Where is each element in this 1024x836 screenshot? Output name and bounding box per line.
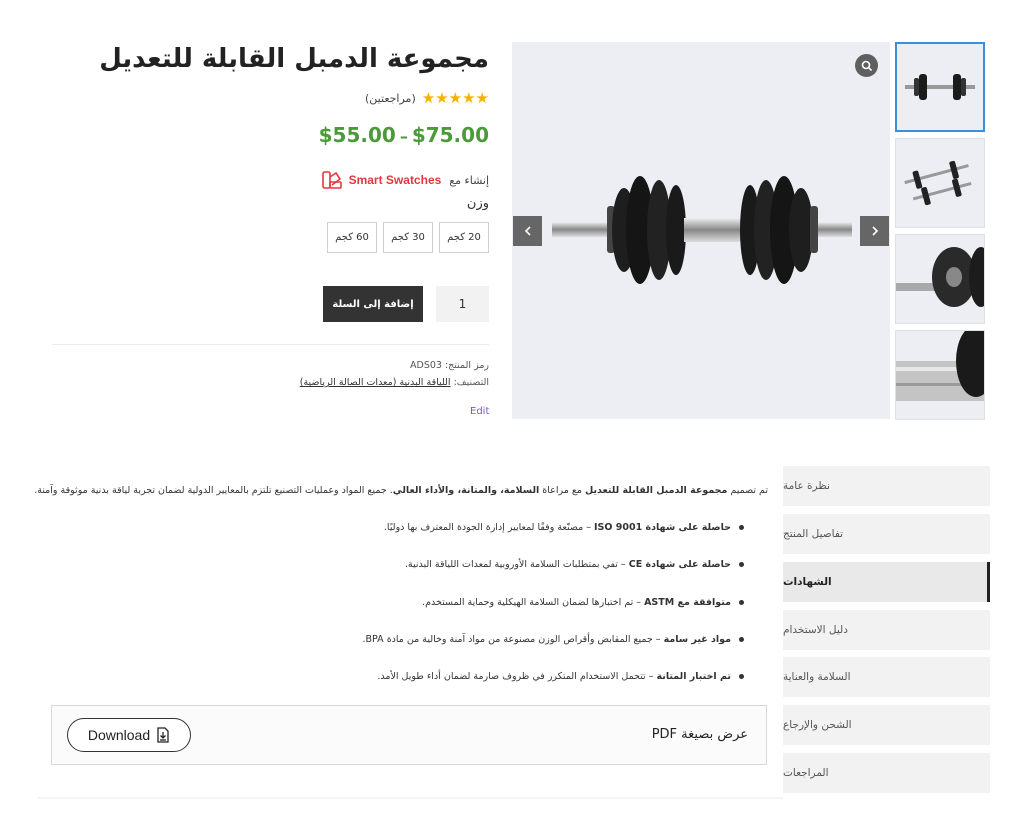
certification-item: مواد غير سامة – جميع المقابض وأقراص الوز…: [362, 634, 744, 645]
chevron-right-icon: [871, 226, 878, 236]
certification-title: حاصلة على شهادة ISO 9001: [593, 522, 731, 533]
bullet: [739, 637, 744, 642]
add-to-cart-button[interactable]: إضافة إلى السلة: [323, 286, 423, 322]
gallery-prev-button[interactable]: [513, 216, 542, 246]
powered-by-label: إنشاء مع: [449, 173, 489, 187]
tab-safety-care[interactable]: السلامة والعناية: [783, 657, 990, 697]
product-main-image[interactable]: [512, 42, 890, 419]
weight-label: وزن: [466, 196, 489, 211]
certification-text: – تفي بمتطلبات السلامة الأوروبية لمعدات …: [404, 559, 629, 570]
sku-line: رمز المنتج: ADS03: [410, 360, 489, 371]
divider: [52, 344, 489, 345]
thumbnail-image: [905, 74, 975, 100]
certification-item: متوافقة مع ASTM – تم اختبارها لضمان السل…: [422, 597, 744, 608]
divider: [38, 797, 783, 799]
certification-title: تم اختبار المتانة: [656, 671, 732, 682]
smart-swatches-text: Smart Swatches: [348, 173, 442, 187]
category-link[interactable]: اللياقة البدنية (معدات الصالة الرياضية): [300, 377, 451, 388]
tab-certifications[interactable]: الشهادات: [783, 562, 990, 602]
tab-shipping-returns[interactable]: الشحن والإرجاع: [783, 705, 990, 745]
bullet: [739, 674, 744, 679]
reviews-link[interactable]: (مراجعتين): [365, 92, 416, 105]
thumbnail-image: [904, 160, 972, 206]
bullet: [739, 525, 744, 530]
certification-title: مواد غير سامة: [663, 634, 731, 645]
tab-usage-guide[interactable]: دليل الاستخدام: [783, 610, 990, 650]
certification-text: – مصنّعة وفقًا لمعايير إدارة الجودة المع…: [383, 522, 594, 533]
smart-swatches-logo[interactable]: Smart Swatches: [321, 169, 442, 191]
category-line: التصنيف: اللياقة البدنية (معدات الصالة ا…: [300, 377, 489, 388]
chevron-left-icon: [524, 226, 531, 236]
product-rating[interactable]: ★★★★★ (مراجعتين): [365, 89, 489, 107]
gallery-next-button[interactable]: [860, 216, 889, 246]
zoom-button[interactable]: [855, 54, 878, 77]
dumbbell-image: [552, 176, 852, 284]
gallery-thumbnail[interactable]: [895, 42, 985, 132]
bullet: [739, 562, 744, 567]
sku-value: ADS03: [410, 360, 442, 371]
powered-by: إنشاء مع Smart Swatches: [321, 169, 489, 191]
product-price: $55.00– $75.00: [319, 123, 489, 147]
price-min: $55.00: [318, 123, 396, 147]
download-icon: [157, 727, 169, 743]
price-max: $75.00: [411, 123, 489, 147]
download-button[interactable]: Download: [67, 718, 191, 752]
certification-text: – تم اختبارها لضمان السلامة الهيكلية وحم…: [422, 597, 645, 608]
weight-swatches: 20 كجم 30 كجم 60 كجم: [327, 222, 489, 253]
intro-text: مع مراعاة: [539, 485, 585, 496]
price-separator: –: [399, 127, 408, 146]
edit-link[interactable]: Edit: [470, 406, 489, 417]
certification-text: – جميع المقابض وأقراص الوزن مصنوعة من مو…: [362, 634, 664, 645]
sku-label: رمز المنتج:: [444, 360, 489, 371]
download-label: Download: [87, 727, 151, 743]
gallery-thumbnail[interactable]: [895, 138, 985, 228]
thumbnail-image: [896, 331, 984, 401]
certification-item: حاصلة على شهادة ISO 9001 – مصنّعة وفقًا …: [384, 522, 744, 533]
certification-title: حاصلة على شهادة CE: [628, 559, 731, 570]
category-label: التصنيف:: [453, 377, 489, 388]
pdf-label: عرض بصيغة PDF: [651, 727, 748, 742]
product-title: مجموعة الدمبل القابلة للتعديل: [99, 44, 489, 74]
intro-text: . جميع المواد وعمليات التصنيع تلتزم بالم…: [34, 485, 393, 496]
intro-text: تم تصميم: [727, 485, 768, 496]
star-rating-icon: ★★★★★: [421, 89, 489, 107]
swatches-icon: [321, 171, 342, 189]
gallery-thumbnail[interactable]: [895, 330, 985, 420]
weight-swatch[interactable]: 60 كجم: [327, 222, 377, 253]
thumbnail-image: [896, 247, 984, 307]
quantity-input[interactable]: 1: [436, 286, 489, 322]
pdf-viewer-box: عرض بصيغة PDF Download: [51, 705, 767, 765]
intro-product-name: مجموعة الدمبل القابلة للتعديل: [584, 485, 728, 496]
weight-swatch[interactable]: 30 كجم: [383, 222, 433, 253]
tab-overview[interactable]: نظرة عامة: [783, 466, 990, 506]
gallery-thumbnail[interactable]: [895, 234, 985, 324]
certification-item: تم اختبار المتانة – تتحمل الاستخدام المت…: [377, 671, 744, 682]
certifications-intro: تم تصميم مجموعة الدمبل القابلة للتعديل م…: [34, 485, 768, 496]
search-icon: [861, 60, 872, 71]
certification-item: حاصلة على شهادة CE – تفي بمتطلبات السلام…: [405, 559, 744, 570]
weight-swatch[interactable]: 20 كجم: [439, 222, 489, 253]
tab-product-details[interactable]: تفاصيل المنتج: [783, 514, 990, 554]
certification-text: – تتحمل الاستخدام المتكرر في ظروف صارمة …: [377, 671, 657, 682]
tab-reviews[interactable]: المراجعات: [783, 753, 990, 793]
bullet: [739, 600, 744, 605]
certification-title: متوافقة مع ASTM: [644, 597, 731, 608]
intro-highlights: السلامة، والمتانة، والأداء العالي: [392, 485, 540, 496]
